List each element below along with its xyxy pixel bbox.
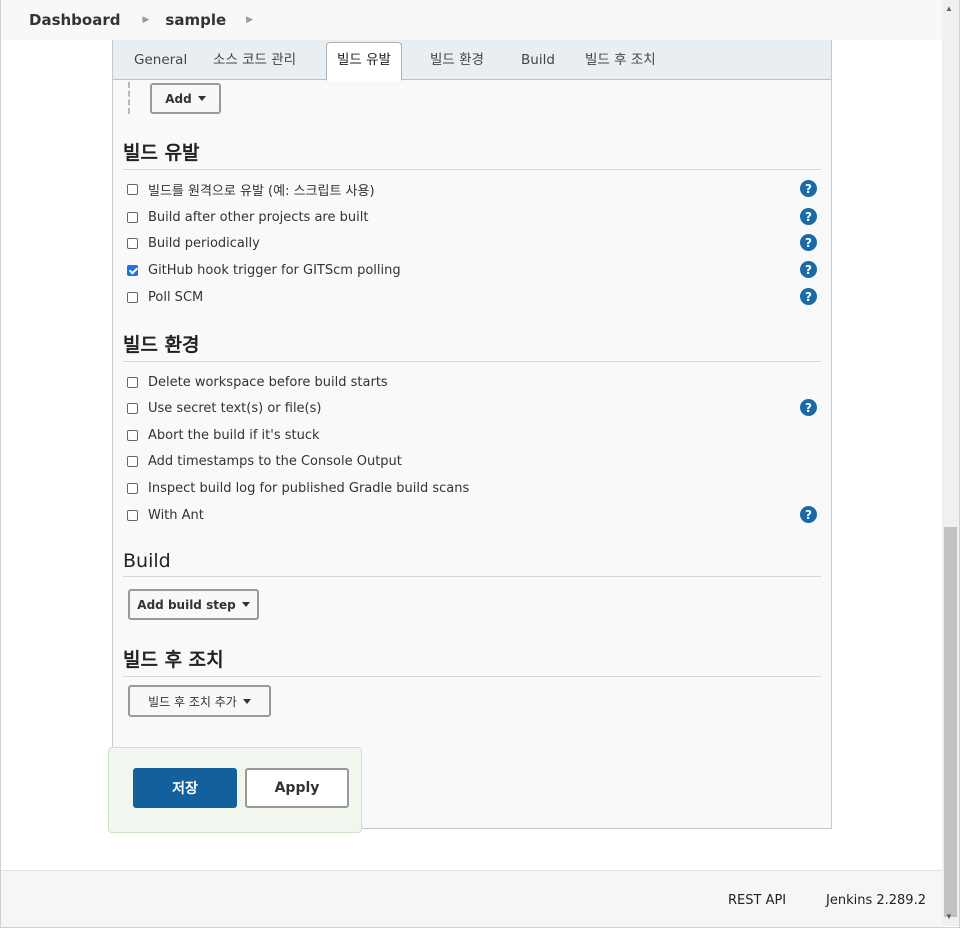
option-label[interactable]: Delete workspace before build starts	[148, 375, 388, 390]
trigger-option-poll-scm: Poll SCM ?	[127, 287, 817, 307]
help-icon[interactable]: ?	[800, 180, 817, 197]
checkbox[interactable]	[127, 237, 138, 249]
env-option-with-ant: With Ant ?	[127, 505, 817, 525]
option-label[interactable]: Poll SCM	[148, 290, 203, 305]
help-icon[interactable]: ?	[800, 288, 817, 305]
option-label[interactable]: Build after other projects are built	[148, 210, 368, 225]
section-title-build: Build	[123, 550, 821, 577]
checkbox[interactable]	[127, 183, 138, 195]
checkbox[interactable]	[127, 509, 138, 521]
trigger-option-remote: 빌드를 원격으로 유발 (예: 스크립트 사용) ?	[127, 179, 817, 199]
help-icon[interactable]: ?	[800, 234, 817, 251]
caret-down-icon	[197, 96, 206, 101]
env-option-gradle-scans: Inspect build log for published Gradle b…	[127, 478, 817, 498]
checkbox-checked[interactable]	[127, 264, 138, 276]
breadcrumb: Dashboard ▶ sample ▶	[1, 0, 942, 40]
env-option-timestamps: Add timestamps to the Console Output	[127, 451, 817, 471]
checkbox[interactable]	[127, 402, 138, 414]
add-post-build-label: 빌드 후 조치 추가	[148, 694, 237, 709]
section-title-environment: 빌드 환경	[123, 330, 821, 362]
tab-build-triggers[interactable]: 빌드 유발	[326, 42, 402, 81]
scroll-up-icon[interactable]: ▲	[945, 4, 953, 13]
section-title-post-build: 빌드 후 조치	[123, 645, 821, 677]
scroll-thumb[interactable]	[944, 527, 957, 917]
section-title-triggers: 빌드 유발	[123, 138, 821, 170]
tab-build[interactable]: Build	[521, 40, 555, 79]
option-label[interactable]: With Ant	[148, 508, 204, 523]
trigger-option-github-hook: GitHub hook trigger for GITScm polling ?	[127, 260, 817, 280]
config-panel: General 소스 코드 관리 빌드 유발 빌드 환경 Build 빌드 후 …	[112, 40, 832, 829]
add-post-build-button[interactable]: 빌드 후 조치 추가	[128, 685, 271, 717]
help-icon[interactable]: ?	[800, 399, 817, 416]
help-icon[interactable]: ?	[800, 261, 817, 278]
breadcrumb-dashboard[interactable]: Dashboard	[1, 11, 120, 29]
tab-bar: General 소스 코드 관리 빌드 유발 빌드 환경 Build 빌드 후 …	[113, 40, 831, 81]
checkbox[interactable]	[127, 482, 138, 494]
env-option-abort-stuck: Abort the build if it's stuck	[127, 425, 817, 445]
add-button[interactable]: Add	[150, 83, 221, 114]
trigger-option-periodically: Build periodically ?	[127, 233, 817, 253]
save-button[interactable]: 저장	[133, 768, 237, 808]
option-label[interactable]: Use secret text(s) or file(s)	[148, 401, 321, 416]
checkbox[interactable]	[127, 376, 138, 388]
option-label[interactable]: 빌드를 원격으로 유발 (예: 스크립트 사용)	[148, 180, 375, 199]
add-build-step-label: Add build step	[137, 597, 236, 612]
add-build-step-button[interactable]: Add build step	[128, 589, 259, 620]
checkbox[interactable]	[127, 429, 138, 441]
scrollbar[interactable]: ▲ ▼	[942, 0, 959, 926]
scroll-down-icon[interactable]: ▼	[945, 912, 953, 921]
trigger-option-after-other: Build after other projects are built ?	[127, 207, 817, 227]
env-option-secret-text: Use secret text(s) or file(s) ?	[127, 398, 817, 418]
caret-down-icon	[242, 698, 251, 704]
scm-section-guide	[128, 82, 130, 114]
help-icon[interactable]: ?	[800, 506, 817, 523]
breadcrumb-separator-icon: ▶	[246, 15, 254, 25]
env-option-delete-workspace: Delete workspace before build starts	[127, 372, 817, 392]
option-label[interactable]: Add timestamps to the Console Output	[148, 454, 402, 469]
footer: REST API Jenkins 2.289.2	[1, 870, 942, 927]
checkbox[interactable]	[127, 291, 138, 303]
apply-button[interactable]: Apply	[245, 768, 349, 808]
rest-api-link[interactable]: REST API	[728, 893, 786, 908]
option-label[interactable]: Inspect build log for published Gradle b…	[148, 481, 469, 496]
caret-down-icon	[241, 602, 250, 607]
jenkins-version-link[interactable]: Jenkins 2.289.2	[826, 893, 926, 908]
tab-build-environment[interactable]: 빌드 환경	[430, 40, 484, 79]
tab-source-code[interactable]: 소스 코드 관리	[213, 40, 296, 79]
option-label[interactable]: Build periodically	[148, 236, 260, 251]
tab-post-build[interactable]: 빌드 후 조치	[585, 40, 656, 79]
checkbox[interactable]	[127, 455, 138, 467]
add-button-label: Add	[165, 91, 192, 106]
option-label[interactable]: Abort the build if it's stuck	[148, 428, 320, 443]
option-label[interactable]: GitHub hook trigger for GITScm polling	[148, 263, 401, 278]
help-icon[interactable]: ?	[800, 208, 817, 225]
checkbox[interactable]	[127, 211, 138, 223]
tab-general[interactable]: General	[134, 40, 187, 79]
breadcrumb-separator-icon: ▶	[142, 15, 150, 25]
breadcrumb-job[interactable]: sample	[165, 11, 226, 29]
